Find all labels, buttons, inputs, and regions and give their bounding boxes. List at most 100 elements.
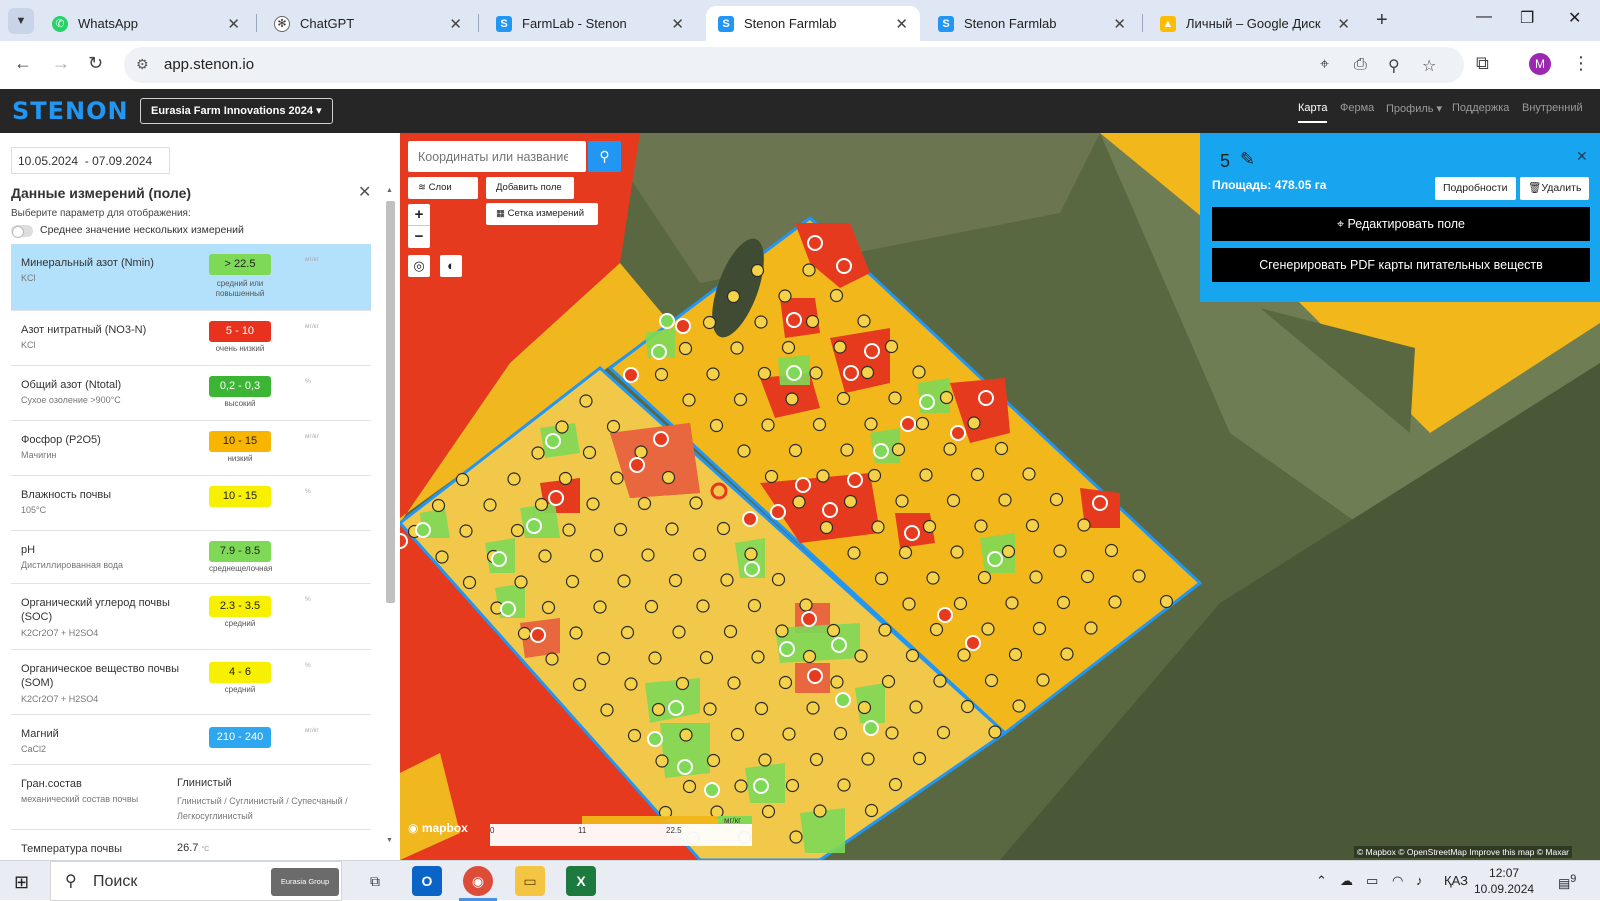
param-row-magnesium[interactable]: Магний CaCl2 210 - 240 мг/кг — [11, 715, 371, 765]
wifi-icon[interactable]: ◠ — [1392, 873, 1403, 889]
sample-point[interactable] — [939, 390, 954, 405]
sample-point[interactable] — [1036, 673, 1050, 687]
sample-point[interactable] — [716, 521, 731, 536]
param-row-nmin[interactable]: Минеральный азот (Nmin) KCl > 22.5 средн… — [11, 244, 371, 311]
sample-point[interactable] — [462, 575, 477, 590]
sample-point[interactable] — [802, 263, 816, 277]
sample-point[interactable] — [953, 596, 968, 611]
tab-google-drive[interactable]: ▲ Личный – Google Диск ✕ — [1148, 6, 1362, 41]
sample-point[interactable] — [1108, 595, 1122, 609]
sample-point[interactable] — [730, 341, 744, 355]
sample-point[interactable] — [593, 600, 607, 614]
sample-point[interactable] — [751, 650, 765, 664]
sample-point[interactable] — [802, 649, 817, 664]
sample-point[interactable] — [874, 571, 889, 586]
sample-point[interactable] — [994, 441, 1009, 456]
tab-whatsapp[interactable]: ✆ WhatsApp ✕ — [40, 6, 252, 41]
close-tab-icon[interactable]: ✕ — [1113, 15, 1126, 33]
measurement-grid-button[interactable]: ▦ Сетка измерений — [486, 203, 598, 225]
sample-point[interactable] — [946, 493, 961, 508]
sample-point[interactable] — [589, 548, 604, 563]
sample-point[interactable] — [833, 340, 847, 354]
sample-point[interactable] — [826, 623, 841, 638]
sample-point[interactable] — [1132, 569, 1146, 583]
chrome-icon[interactable]: ◉ — [463, 866, 493, 896]
sample-point[interactable] — [541, 600, 556, 615]
sample-point[interactable] — [727, 676, 741, 690]
sample-point[interactable] — [565, 574, 580, 589]
sample-point[interactable] — [1008, 647, 1023, 662]
sample-point[interactable] — [579, 394, 593, 408]
sample-point[interactable] — [1159, 594, 1174, 609]
sample-point[interactable] — [596, 651, 611, 666]
sample-point[interactable] — [837, 778, 851, 792]
sample-point[interactable] — [816, 469, 830, 483]
task-view-icon[interactable]: ⧉ — [360, 866, 390, 896]
delete-button[interactable]: 🗑Удалить — [1520, 177, 1590, 200]
close-popup-icon[interactable]: ✕ — [1576, 148, 1588, 165]
sample-point[interactable] — [829, 288, 844, 303]
sample-point[interactable] — [624, 677, 638, 691]
tab-chatgpt[interactable]: ✻ ChatGPT ✕ — [262, 6, 474, 41]
sample-point[interactable] — [813, 804, 827, 818]
sample-point[interactable] — [977, 570, 992, 585]
param-row-som[interactable]: Органическое вещество почвы (SOM) K2Cr2O… — [11, 650, 371, 715]
sample-point[interactable] — [785, 778, 800, 793]
sample-point[interactable] — [781, 340, 796, 355]
sample-point[interactable] — [754, 701, 769, 716]
nav-map[interactable]: Карта — [1298, 102, 1328, 123]
sample-point[interactable] — [734, 779, 748, 793]
locate-icon[interactable]: ◎ — [408, 255, 430, 277]
sample-point[interactable] — [682, 779, 697, 794]
sample-point[interactable] — [665, 522, 679, 536]
sample-point[interactable] — [723, 624, 738, 639]
sample-point[interactable] — [1084, 621, 1098, 635]
minimize-icon[interactable]: — — [1476, 8, 1492, 26]
sample-point[interactable] — [830, 675, 844, 689]
sample-point[interactable] — [922, 519, 937, 534]
map-attribution[interactable]: © Mapbox © OpenStreetMap Improve this ma… — [1354, 846, 1573, 858]
sample-point[interactable] — [678, 341, 693, 356]
onedrive-icon[interactable]: ☁ — [1340, 873, 1353, 889]
sample-point[interactable] — [857, 314, 871, 328]
sample-point[interactable] — [617, 574, 631, 588]
sample-point[interactable] — [651, 702, 666, 717]
sample-point[interactable] — [806, 701, 820, 715]
project-dropdown[interactable]: Eurasia Farm Innovations 2024 ▾ — [140, 98, 333, 124]
sample-point[interactable] — [778, 675, 793, 690]
profile-avatar[interactable]: M — [1529, 53, 1551, 75]
new-tab-button[interactable]: + — [1376, 9, 1388, 32]
sample-point[interactable] — [915, 416, 930, 431]
sample-point[interactable] — [510, 523, 525, 538]
url-text[interactable]: app.stenon.io — [164, 56, 254, 73]
layers-button[interactable]: ≋ Слои — [408, 177, 478, 199]
map-search-input[interactable] — [408, 141, 578, 172]
taskbar-promo[interactable]: Eurasia Group — [271, 868, 339, 896]
sample-point[interactable] — [957, 648, 971, 662]
location-pin-icon[interactable]: ⌖ — [1320, 56, 1329, 74]
zoom-out-button[interactable]: − — [408, 226, 430, 248]
sample-point[interactable] — [878, 623, 892, 637]
file-explorer-icon[interactable]: ▭ — [515, 866, 545, 896]
nav-internal[interactable]: Внутренний — [1522, 102, 1583, 114]
sample-point[interactable] — [483, 498, 497, 512]
close-window-icon[interactable]: ✕ — [1568, 8, 1581, 28]
extensions-icon[interactable]: ⧉ — [1476, 53, 1489, 74]
sample-point[interactable] — [569, 626, 583, 640]
sample-point[interactable] — [836, 391, 851, 406]
sample-point[interactable] — [788, 443, 803, 458]
sample-point[interactable] — [864, 803, 879, 818]
sample-point[interactable] — [1056, 595, 1071, 610]
sample-point[interactable] — [637, 496, 652, 511]
install-app-icon[interactable]: ⎙ — [1354, 56, 1367, 74]
sample-point[interactable] — [864, 417, 878, 431]
param-row-ntotal[interactable]: Общий азот (Ntotal) Сухое озоление >900°… — [11, 366, 371, 421]
omnibox[interactable]: ⚙ app.stenon.io ⌖ ⎙ ⚲ ☆ — [124, 47, 1464, 83]
sample-point[interactable] — [641, 548, 655, 562]
param-row-p2o5[interactable]: Фосфор (P2O5) Мачигин 10 - 15 низкий мг/… — [11, 421, 371, 476]
restore-icon[interactable]: ❐ — [1520, 8, 1534, 28]
sample-point[interactable] — [720, 573, 734, 587]
sample-point[interactable] — [905, 648, 920, 663]
sample-point[interactable] — [744, 547, 758, 561]
excel-icon[interactable]: X — [566, 866, 596, 896]
